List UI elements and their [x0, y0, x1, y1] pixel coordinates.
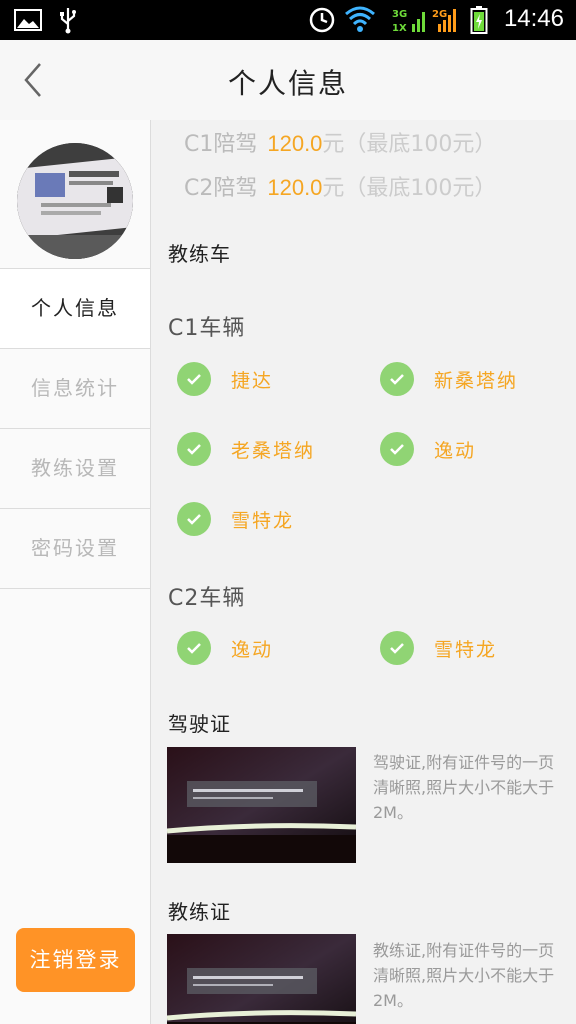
- wifi-icon: [344, 4, 376, 38]
- coach-car-title: 教练车: [168, 242, 231, 266]
- avatar[interactable]: [17, 143, 133, 259]
- sidebar-item-password-settings[interactable]: 密码设置: [0, 509, 150, 589]
- car-option[interactable]: 捷达: [177, 362, 273, 396]
- coach-license-photo[interactable]: [167, 934, 356, 1024]
- page-title: 个人信息: [227, 67, 348, 100]
- car-label: 雪特龙: [434, 638, 498, 661]
- check-icon: [177, 432, 211, 466]
- alarm-icon: [308, 6, 336, 38]
- price-label: C1陪驾: [184, 132, 258, 157]
- car-label: 老桑塔纳: [231, 439, 316, 462]
- coach-license-desc: 教练证,附有证件号的一页清晰照,照片大小不能大于2M。: [373, 941, 555, 1010]
- svg-text:1X: 1X: [392, 23, 407, 34]
- check-icon: [177, 502, 211, 536]
- car-option[interactable]: 雪特龙: [177, 502, 294, 536]
- car-option[interactable]: 新桑塔纳: [380, 362, 518, 396]
- svg-text:2G: 2G: [432, 9, 447, 20]
- price-unit: 元（最底100元）: [322, 132, 497, 157]
- car-option[interactable]: 逸动: [380, 432, 476, 466]
- signal-3g-icon: 3G 1X: [392, 6, 428, 38]
- price-row-c2[interactable]: C2陪驾 120.0元（最底100元）: [184, 170, 496, 202]
- driver-license-photo[interactable]: [167, 747, 356, 863]
- sidebar: 个人信息 信息统计 教练设置 密码设置 注销登录: [0, 120, 151, 1024]
- check-icon: [177, 362, 211, 396]
- signal-2g-icon: 2G: [432, 6, 462, 38]
- c2-cars-title: C2车辆: [168, 586, 246, 611]
- usb-icon: [58, 6, 78, 38]
- price-value: 120.0: [267, 175, 323, 200]
- logout-button[interactable]: 注销登录: [16, 928, 135, 992]
- check-icon: [177, 631, 211, 665]
- battery-icon: [470, 5, 488, 39]
- car-label: 捷达: [231, 369, 274, 392]
- price-unit: 元（最底100元）: [322, 176, 497, 201]
- price-row-c1[interactable]: C1陪驾 120.0元（最底100元）: [184, 126, 496, 158]
- image-icon: [14, 9, 42, 35]
- driver-license-desc: 驾驶证,附有证件号的一页清晰照,照片大小不能大于2M。: [373, 753, 555, 822]
- price-label: C2陪驾: [184, 176, 258, 201]
- avatar-section: [0, 120, 150, 269]
- sidebar-item-statistics[interactable]: 信息统计: [0, 349, 150, 429]
- car-option[interactable]: 老桑塔纳: [177, 432, 315, 466]
- main-content: C1陪驾 120.0元（最底100元） C2陪驾 120.0元（最底100元） 教练…: [151, 120, 576, 1024]
- status-bar: 3G 1X 2G 14:46: [0, 0, 576, 40]
- driver-license-title: 驾驶证: [168, 712, 231, 736]
- car-label: 逸动: [434, 439, 477, 462]
- clock-time: 14:46: [503, 5, 564, 32]
- c1-cars-title: C1车辆: [168, 316, 246, 341]
- car-option[interactable]: 雪特龙: [380, 631, 497, 665]
- price-value: 120.0: [267, 131, 323, 156]
- car-label: 雪特龙: [231, 509, 295, 532]
- sidebar-item-coach-settings[interactable]: 教练设置: [0, 429, 150, 509]
- sidebar-item-profile[interactable]: 个人信息: [0, 269, 150, 349]
- car-option[interactable]: 逸动: [177, 631, 273, 665]
- coach-license-title: 教练证: [168, 900, 231, 924]
- car-label: 新桑塔纳: [434, 369, 519, 392]
- car-label: 逸动: [231, 638, 274, 661]
- check-icon: [380, 362, 414, 396]
- app-header: 个人信息: [0, 40, 576, 120]
- check-icon: [380, 631, 414, 665]
- check-icon: [380, 432, 414, 466]
- svg-text:3G: 3G: [392, 9, 407, 20]
